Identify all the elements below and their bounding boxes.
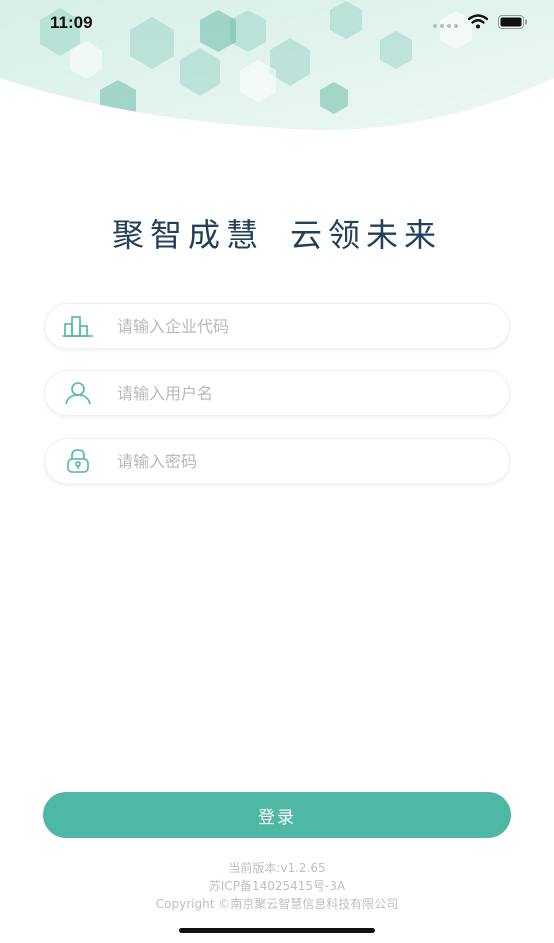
wifi-icon (467, 14, 489, 33)
username-field[interactable] (44, 370, 510, 416)
version-text: 当前版本:v1.2.65 (228, 861, 326, 875)
status-icons (432, 14, 528, 33)
user-icon (61, 376, 95, 410)
password-field[interactable] (44, 438, 510, 484)
home-indicator (179, 928, 375, 933)
footer: 当前版本:v1.2.65 苏ICP备14025415号-3A Copyright… (0, 859, 554, 913)
slogan-part-1: 聚智成慧 (111, 216, 264, 254)
status-time: 11:09 (50, 13, 93, 32)
copyright-text: Copyright ©南京聚云智慧信息科技有限公司 (155, 897, 399, 911)
company-code-field[interactable] (44, 303, 510, 349)
battery-icon (498, 14, 528, 33)
username-input[interactable] (115, 382, 479, 404)
icp-text: 苏ICP备14025415号-3A (208, 879, 346, 893)
status-bar: 11:09 (0, 0, 554, 46)
password-input[interactable] (115, 450, 479, 472)
company-code-input[interactable] (115, 315, 479, 337)
login-button[interactable]: 登录 (43, 792, 511, 838)
lock-icon (61, 444, 95, 478)
building-icon (61, 309, 95, 343)
slogan: 聚智成慧 云领未来 (0, 210, 554, 256)
signal-dots-icon (432, 14, 458, 33)
slogan-part-2: 云领未来 (290, 216, 443, 254)
